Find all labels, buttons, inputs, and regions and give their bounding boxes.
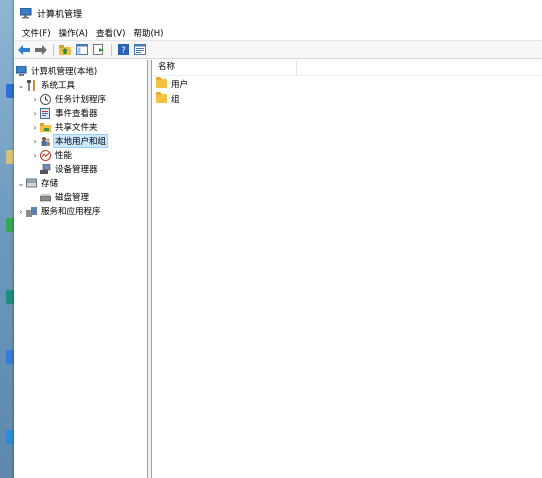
navigation-tree: 计算机管理(本地) ⌄ 系统工具 › 任务计划程序 › 事件查看器 › 共享文件…	[14, 60, 148, 478]
tools-icon	[26, 79, 37, 91]
tree-label-services-apps: 服务和应用程序	[41, 207, 101, 217]
properties-icon[interactable]	[133, 43, 147, 56]
forward-icon[interactable]	[34, 43, 48, 56]
help-icon[interactable]: ?	[116, 43, 130, 56]
tree-item-system-tools[interactable]: ⌄ 系统工具	[14, 78, 147, 92]
folder-icon	[156, 92, 167, 103]
shared-folder-icon	[40, 122, 51, 133]
users-icon	[40, 136, 51, 147]
tree-item-local-users-groups[interactable]: › 本地用户和组	[14, 134, 147, 148]
chevron-right-icon[interactable]: ›	[30, 151, 40, 160]
event-viewer-icon	[40, 107, 51, 119]
performance-icon	[40, 149, 51, 161]
up-folder-icon[interactable]	[58, 43, 72, 56]
chevron-right-icon[interactable]: ›	[30, 123, 40, 132]
toolbar-separator	[53, 43, 54, 56]
list-item-label: 组	[171, 94, 180, 105]
tree-item-root[interactable]: 计算机管理(本地)	[14, 64, 147, 78]
services-icon	[26, 206, 37, 217]
column-header-name[interactable]: 名称	[152, 60, 297, 75]
details-list: 名称 用户 组	[152, 60, 542, 478]
menu-help[interactable]: 帮助(H)	[129, 27, 167, 39]
list-item-users[interactable]: 用户	[152, 76, 542, 91]
tree-label-device-manager: 设备管理器	[55, 165, 98, 175]
list-item-label: 用户	[171, 79, 189, 90]
menu-bar: 文件(F) 操作(A) 查看(V) 帮助(H)	[14, 26, 542, 40]
chevron-right-icon[interactable]: ›	[30, 95, 40, 104]
chevron-right-icon[interactable]: ›	[30, 137, 40, 146]
storage-icon	[26, 178, 37, 189]
tree-label-disk-management: 磁盘管理	[55, 193, 90, 203]
show-hide-tree-icon[interactable]	[75, 43, 89, 56]
chevron-right-icon[interactable]: ›	[16, 207, 26, 216]
export-icon[interactable]	[92, 43, 106, 56]
tree-item-event-viewer[interactable]: › 事件查看器	[14, 106, 147, 120]
computer-management-icon	[15, 65, 27, 77]
tree-item-storage[interactable]: ⌄ 存储	[14, 176, 147, 190]
device-manager-icon	[40, 163, 51, 175]
tree-label-performance: 性能	[55, 151, 73, 161]
title-bar[interactable]: 计算机管理	[14, 0, 542, 26]
computer-management-window: 计算机管理 文件(F) 操作(A) 查看(V) 帮助(H) ? 计算机管理(本地…	[14, 0, 542, 478]
folder-icon	[156, 77, 167, 88]
tree-item-performance[interactable]: › 性能	[14, 148, 147, 162]
chevron-down-icon[interactable]: ⌄	[16, 179, 26, 188]
content-panes: 计算机管理(本地) ⌄ 系统工具 › 任务计划程序 › 事件查看器 › 共享文件…	[14, 60, 542, 478]
list-header: 名称	[152, 60, 542, 76]
tree-label-storage: 存储	[41, 179, 59, 189]
toolbar-separator	[111, 43, 112, 56]
menu-action[interactable]: 操作(A)	[55, 27, 92, 39]
disk-icon	[39, 192, 52, 203]
tree-label-system-tools: 系统工具	[41, 81, 76, 91]
tree-label-task-scheduler: 任务计划程序	[55, 95, 107, 105]
tree-label-local-users-groups: 本地用户和组	[52, 134, 109, 148]
chevron-down-icon[interactable]: ⌄	[16, 81, 26, 90]
tree-label-root: 计算机管理(本地)	[31, 67, 98, 77]
tree-item-device-manager[interactable]: 设备管理器	[14, 162, 147, 176]
menu-view[interactable]: 查看(V)	[92, 27, 129, 39]
chevron-right-icon[interactable]: ›	[30, 109, 40, 118]
svg-text:?: ?	[121, 46, 126, 55]
list-item-groups[interactable]: 组	[152, 91, 542, 106]
tree-item-task-scheduler[interactable]: › 任务计划程序	[14, 92, 147, 106]
tree-item-disk-management[interactable]: 磁盘管理	[14, 190, 147, 204]
tree-label-event-viewer: 事件查看器	[55, 109, 98, 119]
back-icon[interactable]	[17, 43, 31, 56]
tree-label-shared-folders: 共享文件夹	[55, 123, 98, 133]
menu-file[interactable]: 文件(F)	[18, 27, 55, 39]
window-title: 计算机管理	[37, 9, 83, 20]
tree-item-services-apps[interactable]: › 服务和应用程序	[14, 204, 147, 218]
toolbar: ?	[14, 40, 542, 59]
clock-icon	[40, 93, 51, 105]
computer-management-icon	[19, 7, 32, 19]
tree-item-shared-folders[interactable]: › 共享文件夹	[14, 120, 147, 134]
